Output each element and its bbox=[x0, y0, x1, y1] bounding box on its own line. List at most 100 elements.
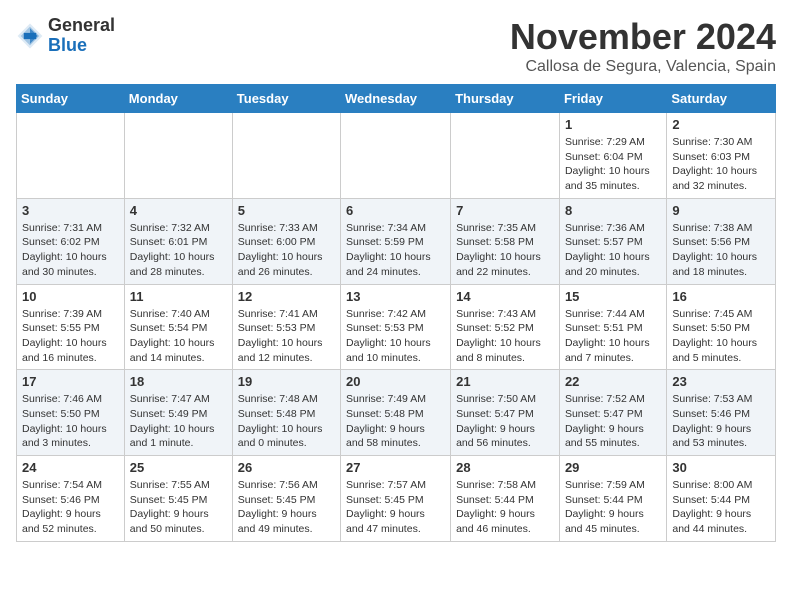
day-number: 27 bbox=[346, 460, 445, 475]
day-number: 26 bbox=[238, 460, 335, 475]
weekday-header-monday: Monday bbox=[124, 85, 232, 113]
day-number: 22 bbox=[565, 374, 661, 389]
calendar-cell: 30 Sunrise: 8:00 AMSunset: 5:44 PMDayligh… bbox=[667, 456, 776, 542]
day-number: 19 bbox=[238, 374, 335, 389]
day-info: Sunrise: 7:38 AMSunset: 5:56 PMDaylight:… bbox=[672, 221, 770, 280]
day-number: 21 bbox=[456, 374, 554, 389]
day-number: 16 bbox=[672, 289, 770, 304]
title-block: November 2024 Callosa de Segura, Valenci… bbox=[510, 16, 776, 76]
day-number: 29 bbox=[565, 460, 661, 475]
calendar-cell bbox=[17, 113, 125, 199]
calendar-cell: 29 Sunrise: 7:59 AMSunset: 5:44 PMDayligh… bbox=[559, 456, 666, 542]
month-title: November 2024 bbox=[510, 16, 776, 58]
calendar-cell: 2Sunrise: 7:30 AMSunset: 6:03 PMDaylight… bbox=[667, 113, 776, 199]
day-info: Sunrise: 7:35 AMSunset: 5:58 PMDaylight:… bbox=[456, 221, 554, 280]
day-info: Sunrise: 7:41 AMSunset: 5:53 PMDaylight:… bbox=[238, 307, 335, 366]
calendar-week-4: 24 Sunrise: 7:54 AMSunset: 5:46 PMDayligh… bbox=[17, 456, 776, 542]
day-number: 18 bbox=[130, 374, 227, 389]
calendar-cell: 13 Sunrise: 7:42 AMSunset: 5:53 PMDayligh… bbox=[341, 284, 451, 370]
day-info: Sunrise: 7:56 AMSunset: 5:45 PMDaylight:… bbox=[238, 478, 335, 537]
day-info: Sunrise: 7:33 AMSunset: 6:00 PMDaylight:… bbox=[238, 221, 335, 280]
day-info: Sunrise: 7:43 AMSunset: 5:52 PMDaylight:… bbox=[456, 307, 554, 366]
weekday-header-tuesday: Tuesday bbox=[232, 85, 340, 113]
day-number: 24 bbox=[22, 460, 119, 475]
calendar-cell: 12 Sunrise: 7:41 AMSunset: 5:53 PMDayligh… bbox=[232, 284, 340, 370]
logo-blue: Blue bbox=[48, 36, 115, 56]
day-number: 13 bbox=[346, 289, 445, 304]
calendar-cell: 9 Sunrise: 7:38 AMSunset: 5:56 PMDaylight… bbox=[667, 198, 776, 284]
calendar-body: 1 Sunrise: 7:29 AMSunset: 6:04 PMDaylight… bbox=[17, 113, 776, 542]
logo-icon bbox=[16, 22, 44, 50]
day-number: 14 bbox=[456, 289, 554, 304]
day-number: 4 bbox=[130, 203, 227, 218]
calendar-cell: 15Sunrise: 7:44 AMSunset: 5:51 PMDayligh… bbox=[559, 284, 666, 370]
day-info: Sunrise: 7:29 AMSunset: 6:04 PMDaylight:… bbox=[565, 135, 661, 194]
day-info: Sunrise: 7:48 AMSunset: 5:48 PMDaylight:… bbox=[238, 392, 335, 451]
day-info: Sunrise: 7:52 AMSunset: 5:47 PMDaylight:… bbox=[565, 392, 661, 451]
day-number: 9 bbox=[672, 203, 770, 218]
calendar-cell: 19 Sunrise: 7:48 AMSunset: 5:48 PMDayligh… bbox=[232, 370, 340, 456]
day-info: Sunrise: 7:46 AMSunset: 5:50 PMDaylight:… bbox=[22, 392, 119, 451]
day-number: 5 bbox=[238, 203, 335, 218]
day-number: 11 bbox=[130, 289, 227, 304]
location: Callosa de Segura, Valencia, Spain bbox=[510, 58, 776, 76]
day-info: Sunrise: 7:47 AMSunset: 5:49 PMDaylight:… bbox=[130, 392, 227, 451]
day-number: 6 bbox=[346, 203, 445, 218]
day-number: 20 bbox=[346, 374, 445, 389]
logo: General Blue bbox=[16, 16, 115, 56]
day-info: Sunrise: 7:55 AMSunset: 5:45 PMDaylight:… bbox=[130, 478, 227, 537]
day-number: 2 bbox=[672, 117, 770, 132]
calendar-cell: 17Sunrise: 7:46 AMSunset: 5:50 PMDayligh… bbox=[17, 370, 125, 456]
weekday-header-sunday: Sunday bbox=[17, 85, 125, 113]
calendar-cell: 5 Sunrise: 7:33 AMSunset: 6:00 PMDaylight… bbox=[232, 198, 340, 284]
day-info: Sunrise: 7:31 AMSunset: 6:02 PMDaylight:… bbox=[22, 221, 119, 280]
calendar-cell: 28Sunrise: 7:58 AMSunset: 5:44 PMDayligh… bbox=[451, 456, 560, 542]
calendar-cell: 27 Sunrise: 7:57 AMSunset: 5:45 PMDayligh… bbox=[341, 456, 451, 542]
calendar-cell: 7 Sunrise: 7:35 AMSunset: 5:58 PMDaylight… bbox=[451, 198, 560, 284]
day-info: Sunrise: 7:36 AMSunset: 5:57 PMDaylight:… bbox=[565, 221, 661, 280]
weekday-header-thursday: Thursday bbox=[451, 85, 560, 113]
day-info: Sunrise: 7:59 AMSunset: 5:44 PMDaylight:… bbox=[565, 478, 661, 537]
day-number: 3 bbox=[22, 203, 119, 218]
day-number: 30 bbox=[672, 460, 770, 475]
day-info: Sunrise: 8:00 AMSunset: 5:44 PMDaylight:… bbox=[672, 478, 770, 537]
day-info: Sunrise: 7:54 AMSunset: 5:46 PMDaylight:… bbox=[22, 478, 119, 537]
calendar-cell bbox=[451, 113, 560, 199]
day-number: 8 bbox=[565, 203, 661, 218]
day-info: Sunrise: 7:49 AMSunset: 5:48 PMDaylight:… bbox=[346, 392, 445, 451]
calendar-cell: 24 Sunrise: 7:54 AMSunset: 5:46 PMDayligh… bbox=[17, 456, 125, 542]
day-number: 28 bbox=[456, 460, 554, 475]
calendar-cell bbox=[232, 113, 340, 199]
page-header: General Blue November 2024 Callosa de Se… bbox=[16, 16, 776, 76]
day-number: 1 bbox=[565, 117, 661, 132]
day-number: 10 bbox=[22, 289, 119, 304]
day-number: 12 bbox=[238, 289, 335, 304]
calendar-cell: 21 Sunrise: 7:50 AMSunset: 5:47 PMDayligh… bbox=[451, 370, 560, 456]
calendar-cell: 4 Sunrise: 7:32 AMSunset: 6:01 PMDaylight… bbox=[124, 198, 232, 284]
calendar-cell: 26 Sunrise: 7:56 AMSunset: 5:45 PMDayligh… bbox=[232, 456, 340, 542]
calendar-week-2: 10Sunrise: 7:39 AMSunset: 5:55 PMDayligh… bbox=[17, 284, 776, 370]
logo-general: General bbox=[48, 16, 115, 36]
calendar-cell: 10Sunrise: 7:39 AMSunset: 5:55 PMDayligh… bbox=[17, 284, 125, 370]
calendar-cell: 25Sunrise: 7:55 AMSunset: 5:45 PMDayligh… bbox=[124, 456, 232, 542]
day-info: Sunrise: 7:42 AMSunset: 5:53 PMDaylight:… bbox=[346, 307, 445, 366]
day-info: Sunrise: 7:50 AMSunset: 5:47 PMDaylight:… bbox=[456, 392, 554, 451]
calendar-cell: 3 Sunrise: 7:31 AMSunset: 6:02 PMDaylight… bbox=[17, 198, 125, 284]
day-info: Sunrise: 7:57 AMSunset: 5:45 PMDaylight:… bbox=[346, 478, 445, 537]
calendar-week-3: 17Sunrise: 7:46 AMSunset: 5:50 PMDayligh… bbox=[17, 370, 776, 456]
day-number: 7 bbox=[456, 203, 554, 218]
calendar-cell: 1 Sunrise: 7:29 AMSunset: 6:04 PMDaylight… bbox=[559, 113, 666, 199]
calendar-cell bbox=[124, 113, 232, 199]
calendar-cell: 8 Sunrise: 7:36 AMSunset: 5:57 PMDaylight… bbox=[559, 198, 666, 284]
day-info: Sunrise: 7:45 AMSunset: 5:50 PMDaylight:… bbox=[672, 307, 770, 366]
calendar-cell: 18 Sunrise: 7:47 AMSunset: 5:49 PMDayligh… bbox=[124, 370, 232, 456]
day-info: Sunrise: 7:53 AMSunset: 5:46 PMDaylight:… bbox=[672, 392, 770, 451]
logo-text: General Blue bbox=[48, 16, 115, 56]
calendar-header-row: SundayMondayTuesdayWednesdayThursdayFrid… bbox=[17, 85, 776, 113]
calendar-cell: 14 Sunrise: 7:43 AMSunset: 5:52 PMDayligh… bbox=[451, 284, 560, 370]
weekday-header-saturday: Saturday bbox=[667, 85, 776, 113]
calendar-week-0: 1 Sunrise: 7:29 AMSunset: 6:04 PMDaylight… bbox=[17, 113, 776, 199]
day-info: Sunrise: 7:32 AMSunset: 6:01 PMDaylight:… bbox=[130, 221, 227, 280]
day-number: 15 bbox=[565, 289, 661, 304]
day-number: 23 bbox=[672, 374, 770, 389]
